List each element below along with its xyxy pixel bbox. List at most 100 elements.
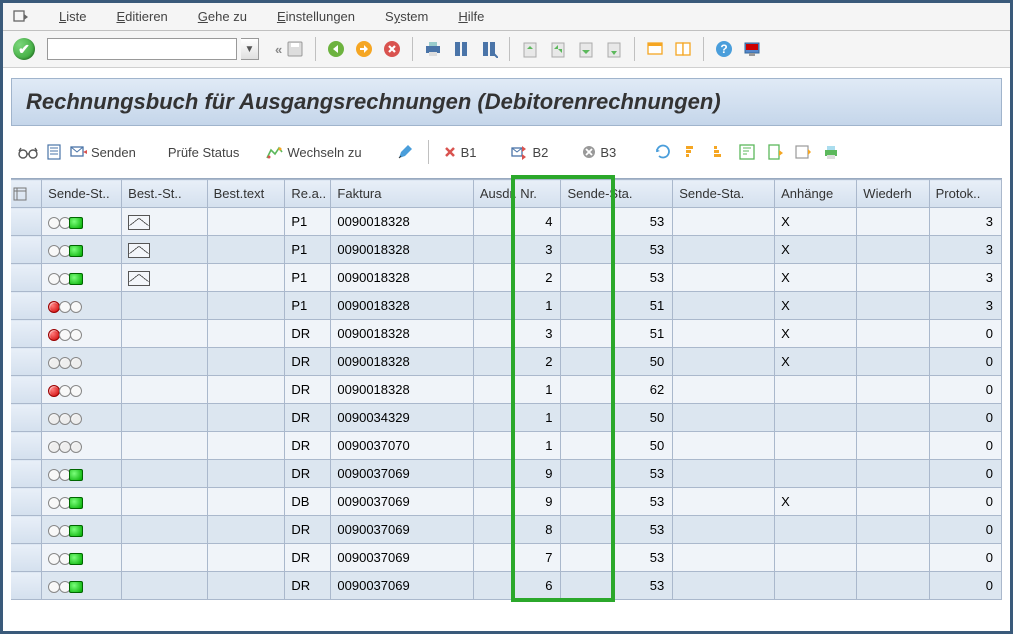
b2-button[interactable]: B2 [510, 144, 548, 160]
anhaenge-cell [775, 432, 857, 460]
command-field[interactable] [47, 38, 237, 60]
menu-system[interactable]: System [385, 9, 428, 24]
col-header-7[interactable]: Sende-Sta. [673, 180, 775, 208]
menu-liste[interactable]: Liste [59, 9, 86, 24]
save-icon[interactable] [283, 37, 307, 61]
menu-editieren[interactable]: Editieren [116, 9, 167, 24]
table-row[interactable]: DR00900183281620 [11, 376, 1002, 404]
row-selector[interactable] [11, 460, 42, 488]
sende-sta-2-cell [673, 292, 775, 320]
table-row[interactable]: DR00900370697530 [11, 544, 1002, 572]
filter-icon[interactable] [738, 143, 756, 161]
wiederh-cell [857, 432, 929, 460]
wechseln-zu-button[interactable]: Wechseln zu [265, 144, 361, 160]
menu-einstellungen[interactable]: Einstellungen [277, 9, 355, 24]
refresh-icon[interactable] [654, 143, 672, 161]
table-row[interactable]: DR00900370701500 [11, 432, 1002, 460]
col-header-10[interactable]: Protok.. [929, 180, 1001, 208]
command-dropdown-icon[interactable]: ▼ [241, 38, 259, 60]
faktura-cell: 0090037070 [331, 432, 473, 460]
table-row[interactable]: DR00900370696530 [11, 572, 1002, 600]
col-header-4[interactable]: Faktura [331, 180, 473, 208]
cancel-icon[interactable] [380, 37, 404, 61]
table-row[interactable]: DR0090018328351X0 [11, 320, 1002, 348]
b1-button[interactable]: B1 [443, 145, 477, 160]
row-selector[interactable] [11, 544, 42, 572]
window-menu-icon[interactable] [13, 10, 29, 24]
sende-sta-1-cell: 53 [561, 208, 673, 236]
row-selector[interactable] [11, 572, 42, 600]
row-selector[interactable] [11, 208, 42, 236]
col-header-8[interactable]: Anhänge [775, 180, 857, 208]
rea-cell: DB [285, 488, 331, 516]
best-status-cell [122, 376, 207, 404]
row-selector[interactable] [11, 376, 42, 404]
table-row[interactable]: DR0090018328250X0 [11, 348, 1002, 376]
table-row[interactable]: DR00900343291500 [11, 404, 1002, 432]
row-selector[interactable] [11, 264, 42, 292]
edit-icon[interactable] [396, 143, 414, 161]
anhaenge-cell: X [775, 264, 857, 292]
new-session-icon[interactable] [643, 37, 667, 61]
glasses-icon[interactable] [17, 144, 39, 160]
print-icon[interactable] [421, 37, 445, 61]
row-selector[interactable] [11, 488, 42, 516]
row-selector[interactable] [11, 348, 42, 376]
find-icon[interactable] [449, 37, 473, 61]
exit-icon[interactable] [352, 37, 376, 61]
table-row[interactable]: P10090018328353X3 [11, 236, 1002, 264]
select-all-header[interactable] [11, 180, 42, 208]
export-icon[interactable] [766, 143, 784, 161]
row-selector[interactable] [11, 320, 42, 348]
back-chevrons-icon[interactable]: « [275, 42, 279, 57]
protok-cell: 3 [929, 292, 1001, 320]
wiederh-cell [857, 516, 929, 544]
table-row[interactable]: DR00900370699530 [11, 460, 1002, 488]
print-list-icon[interactable] [822, 143, 840, 161]
help-icon[interactable]: ? [712, 37, 736, 61]
menu-gehe zu[interactable]: Gehe zu [198, 9, 247, 24]
col-header-9[interactable]: Wiederh [857, 180, 929, 208]
b3-button[interactable]: B3 [582, 145, 616, 160]
traffic-light-gray-icon [48, 413, 81, 425]
page-title: Rechnungsbuch für Ausgangsrechnungen (De… [11, 78, 1002, 126]
protok-cell: 0 [929, 544, 1001, 572]
layout-mgmt-icon[interactable] [794, 143, 812, 161]
row-selector[interactable] [11, 432, 42, 460]
best-text-cell [207, 488, 285, 516]
table-row[interactable]: DR00900370698530 [11, 516, 1002, 544]
last-page-icon[interactable] [602, 37, 626, 61]
row-selector[interactable] [11, 292, 42, 320]
layout-icon[interactable] [671, 37, 695, 61]
row-selector[interactable] [11, 404, 42, 432]
local-layout-icon[interactable] [740, 37, 764, 61]
application-toolbar: Senden Prüfe Status Wechseln zu B1 B2 B3 [11, 126, 1002, 178]
row-selector[interactable] [11, 236, 42, 264]
senden-button[interactable]: Senden [69, 144, 136, 160]
faktura-cell: 0090018328 [331, 208, 473, 236]
menu-hilfe[interactable]: Hilfe [458, 9, 484, 24]
next-page-icon[interactable] [574, 37, 598, 61]
col-header-2[interactable]: Best.text [207, 180, 285, 208]
col-header-3[interactable]: Re.a.. [285, 180, 331, 208]
table-row[interactable]: P10090018328151X3 [11, 292, 1002, 320]
find-next-icon[interactable] [477, 37, 501, 61]
table-row[interactable]: DB0090037069953X0 [11, 488, 1002, 516]
row-selector[interactable] [11, 516, 42, 544]
back-icon[interactable] [324, 37, 348, 61]
col-header-6[interactable]: Sende-Sta. [561, 180, 673, 208]
sort-desc-icon[interactable] [710, 143, 728, 161]
table-row[interactable]: P10090018328453X3 [11, 208, 1002, 236]
first-page-icon[interactable] [518, 37, 542, 61]
col-header-5[interactable]: Ausdr. Nr. [473, 180, 561, 208]
anhaenge-cell: X [775, 348, 857, 376]
sort-asc-icon[interactable] [682, 143, 700, 161]
col-header-1[interactable]: Best.-St.. [122, 180, 207, 208]
prev-page-icon[interactable] [546, 37, 570, 61]
pruefe-status-button[interactable]: Prüfe Status [168, 145, 240, 160]
col-header-0[interactable]: Sende-St.. [42, 180, 122, 208]
details-icon[interactable] [45, 143, 63, 161]
table-row[interactable]: P10090018328253X3 [11, 264, 1002, 292]
sende-sta-1-cell: 53 [561, 572, 673, 600]
enter-icon[interactable]: ✔ [13, 38, 35, 60]
